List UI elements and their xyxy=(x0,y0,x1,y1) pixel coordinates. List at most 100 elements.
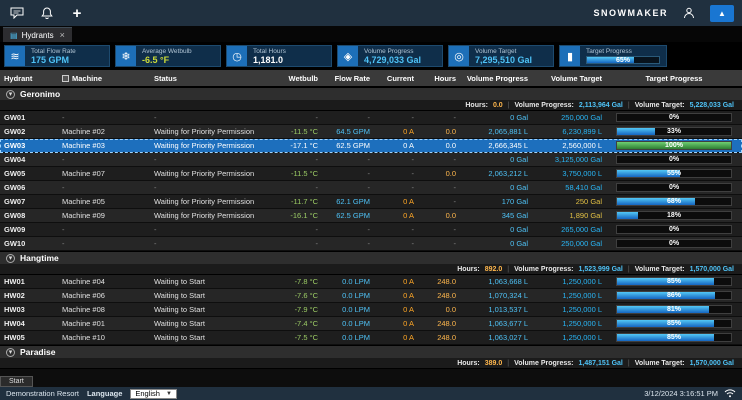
cell-volume-target: 1,250,000 L xyxy=(532,305,606,314)
col-volume-progress[interactable]: Volume Progress xyxy=(460,74,532,83)
cell-machine: Machine #04 xyxy=(58,277,150,286)
table-row[interactable]: HW05 Machine #10 Waiting to Start -7.5 °… xyxy=(0,331,742,345)
progress-bar-label: 0% xyxy=(617,240,731,247)
progress-bar: 100% xyxy=(616,141,732,150)
cell-volume-progress: 0 Gal xyxy=(460,113,532,122)
tab-label: Hydrants xyxy=(22,31,54,40)
stat-icon: ≋ xyxy=(5,46,25,66)
stat-label: Total Flow Rate xyxy=(31,48,76,55)
cell-volume-progress: 1,063,027 L xyxy=(460,333,532,342)
tab-close-icon[interactable]: × xyxy=(60,30,65,40)
cell-machine: - xyxy=(58,155,150,164)
table-row[interactable]: GW07 Machine #05 Waiting for Priority Pe… xyxy=(0,195,742,209)
table-row[interactable]: HW03 Machine #08 Waiting to Start -7.9 °… xyxy=(0,303,742,317)
group-name: Paradise xyxy=(20,347,55,357)
table-row[interactable]: GW03 Machine #03 Waiting for Priority Pe… xyxy=(0,139,742,153)
cell-volume-target: 1,250,000 L xyxy=(532,277,606,286)
cell-hydrant: HW04 xyxy=(0,319,58,328)
select-all-checkbox[interactable] xyxy=(62,75,69,82)
collapse-chevron-icon[interactable]: ▾ xyxy=(6,254,15,263)
alarm-bell-icon[interactable] xyxy=(38,4,56,22)
col-hydrant[interactable]: Hydrant xyxy=(0,74,58,83)
cell-wetbulb: -11.5 °C xyxy=(274,169,322,178)
group-header[interactable]: ▾ Geronimo xyxy=(0,87,742,100)
col-flow-rate[interactable]: Flow Rate xyxy=(322,74,374,83)
table-row[interactable]: HW02 Machine #06 Waiting to Start -7.6 °… xyxy=(0,289,742,303)
progress-bar-label: 85% xyxy=(617,334,731,341)
progress-bar: 85% xyxy=(616,277,732,286)
collapse-chevron-icon[interactable]: ▾ xyxy=(6,348,15,357)
cell-flow-rate: - xyxy=(322,183,374,192)
hydrant-group: ▾ Paradise Hours:389.0|Volume Progress:1… xyxy=(0,345,742,369)
stat-card: ▮ Target Progress 65% xyxy=(559,45,667,67)
cell-volume-target: 250 Gal xyxy=(532,197,606,206)
cell-wetbulb: - xyxy=(274,113,322,122)
table-row[interactable]: GW09 - - - - - - 0 Gal 265,000 Gal 0% xyxy=(0,223,742,237)
col-hours[interactable]: Hours xyxy=(418,74,460,83)
group-header[interactable]: ▾ Paradise xyxy=(0,345,742,358)
cell-flow-rate: 62.1 GPM xyxy=(322,197,374,206)
cell-hydrant: GW10 xyxy=(0,239,58,248)
cell-volume-target: 6,230,899 L xyxy=(532,127,606,136)
cell-status: - xyxy=(150,239,274,248)
cell-machine: Machine #07 xyxy=(58,169,150,178)
progress-bar: 18% xyxy=(616,211,732,220)
col-volume-target[interactable]: Volume Target xyxy=(532,74,606,83)
status-bar: Demonstration Resort Language English ▼ … xyxy=(0,387,742,400)
table-row[interactable]: GW01 - - - - - - 0 Gal 250,000 Gal 0% xyxy=(0,111,742,125)
cell-status: - xyxy=(150,225,274,234)
cell-volume-progress: 2,063,212 L xyxy=(460,169,532,178)
cell-current: 0 A xyxy=(374,291,418,300)
chat-icon[interactable] xyxy=(8,4,26,22)
top-bar: + SNOWMAKER ▲ xyxy=(0,0,742,26)
col-machine[interactable]: Machine xyxy=(58,74,150,83)
language-label: Language xyxy=(87,389,122,398)
progress-bar: 68% xyxy=(616,197,732,206)
start-button[interactable]: Start xyxy=(0,376,33,387)
progress-bar: 0% xyxy=(616,183,732,192)
language-select[interactable]: English ▼ xyxy=(130,389,177,399)
cell-flow-rate: - xyxy=(322,239,374,248)
cell-target-progress: 0% xyxy=(606,225,742,234)
table-row[interactable]: GW06 - - - - - - 0 Gal 58,410 Gal 0% xyxy=(0,181,742,195)
progress-bar: 0% xyxy=(616,155,732,164)
progress-bar-label: 85% xyxy=(617,320,731,327)
tab-hydrants[interactable]: ▤ Hydrants × xyxy=(3,27,72,42)
col-wetbulb[interactable]: Wetbulb xyxy=(274,74,322,83)
cell-machine: Machine #05 xyxy=(58,197,150,206)
cell-volume-progress: 0 Gal xyxy=(460,155,532,164)
progress-bar: 0% xyxy=(616,225,732,234)
cell-current: 0 A xyxy=(374,277,418,286)
cell-volume-progress: 1,063,668 L xyxy=(460,277,532,286)
table-row[interactable]: GW04 - - - - - - 0 Gal 3,125,000 Gal 0% xyxy=(0,153,742,167)
cell-hours: 0.0 xyxy=(418,141,460,150)
cell-hours: - xyxy=(418,197,460,206)
user-icon[interactable] xyxy=(680,4,698,22)
col-target-progress[interactable]: Target Progress xyxy=(606,74,742,83)
progress-bar: 86% xyxy=(616,291,732,300)
cell-status: Waiting for Priority Permission xyxy=(150,197,274,206)
table-row[interactable]: GW10 - - - - - - 0 Gal 250,000 Gal 0% xyxy=(0,237,742,251)
table-row[interactable]: GW02 Machine #02 Waiting for Priority Pe… xyxy=(0,125,742,139)
table-row[interactable]: GW05 Machine #07 Waiting for Priority Pe… xyxy=(0,167,742,181)
cell-status: - xyxy=(150,183,274,192)
col-current[interactable]: Current xyxy=(374,74,418,83)
cell-status: Waiting to Start xyxy=(150,333,274,342)
group-name: Geronimo xyxy=(20,89,60,99)
cell-current: 0 A xyxy=(374,333,418,342)
table-row[interactable]: HW04 Machine #01 Waiting to Start -7.4 °… xyxy=(0,317,742,331)
app-brand: SNOWMAKER xyxy=(594,8,669,18)
cell-volume-progress: 2,065,881 L xyxy=(460,127,532,136)
cell-target-progress: 86% xyxy=(606,291,742,300)
progress-bar-label: 33% xyxy=(617,128,731,135)
table-row[interactable]: HW01 Machine #04 Waiting to Start -7.8 °… xyxy=(0,275,742,289)
group-header[interactable]: ▾ Hangtime xyxy=(0,251,742,264)
collapse-chevron-icon[interactable]: ▾ xyxy=(6,90,15,99)
cell-volume-target: 250,000 Gal xyxy=(532,113,606,122)
cell-current: - xyxy=(374,113,418,122)
progress-bar-label: 18% xyxy=(617,212,731,219)
col-status[interactable]: Status xyxy=(150,74,274,83)
add-tab-icon[interactable]: + xyxy=(68,4,86,22)
cell-volume-target: 1,250,000 L xyxy=(532,333,606,342)
table-row[interactable]: GW08 Machine #09 Waiting for Priority Pe… xyxy=(0,209,742,223)
